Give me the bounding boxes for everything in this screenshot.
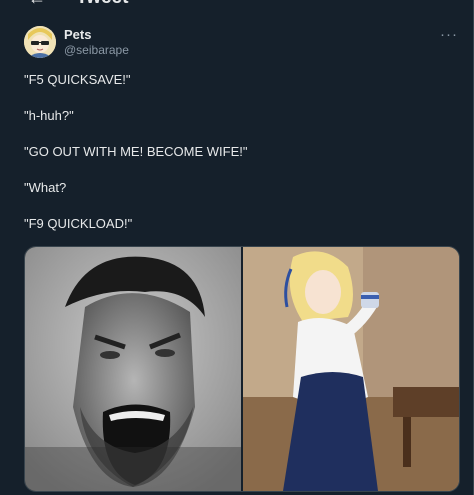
tweet-line: "F9 QUICKLOAD!"	[24, 216, 133, 231]
tweet-line: "F5 QUICKSAVE!"	[24, 72, 131, 87]
cosplay-woman-photo[interactable]	[243, 247, 459, 491]
page-title: Tweet	[76, 0, 128, 9]
tweet-header: Pets @seibarape ···	[24, 26, 464, 60]
author-handle[interactable]: @seibarape	[64, 43, 129, 57]
author-name[interactable]: Pets	[64, 27, 91, 42]
avatar[interactable]	[24, 26, 56, 58]
tweet-line: "h-huh?"	[24, 108, 74, 123]
arrow-left-icon[interactable]: ←	[28, 0, 46, 9]
tweet-media	[24, 246, 460, 492]
screaming-man-photo[interactable]	[25, 247, 241, 491]
more-horizontal-icon[interactable]: ···	[440, 26, 458, 43]
tweet-text: "F5 QUICKSAVE!" "h-huh?" "GO OUT WITH ME…	[24, 72, 454, 252]
tweet-line: "What?	[24, 180, 67, 195]
tweet-line: "GO OUT WITH ME! BECOME WIFE!"	[24, 144, 248, 159]
top-bar: ← Tweet	[0, 0, 474, 9]
